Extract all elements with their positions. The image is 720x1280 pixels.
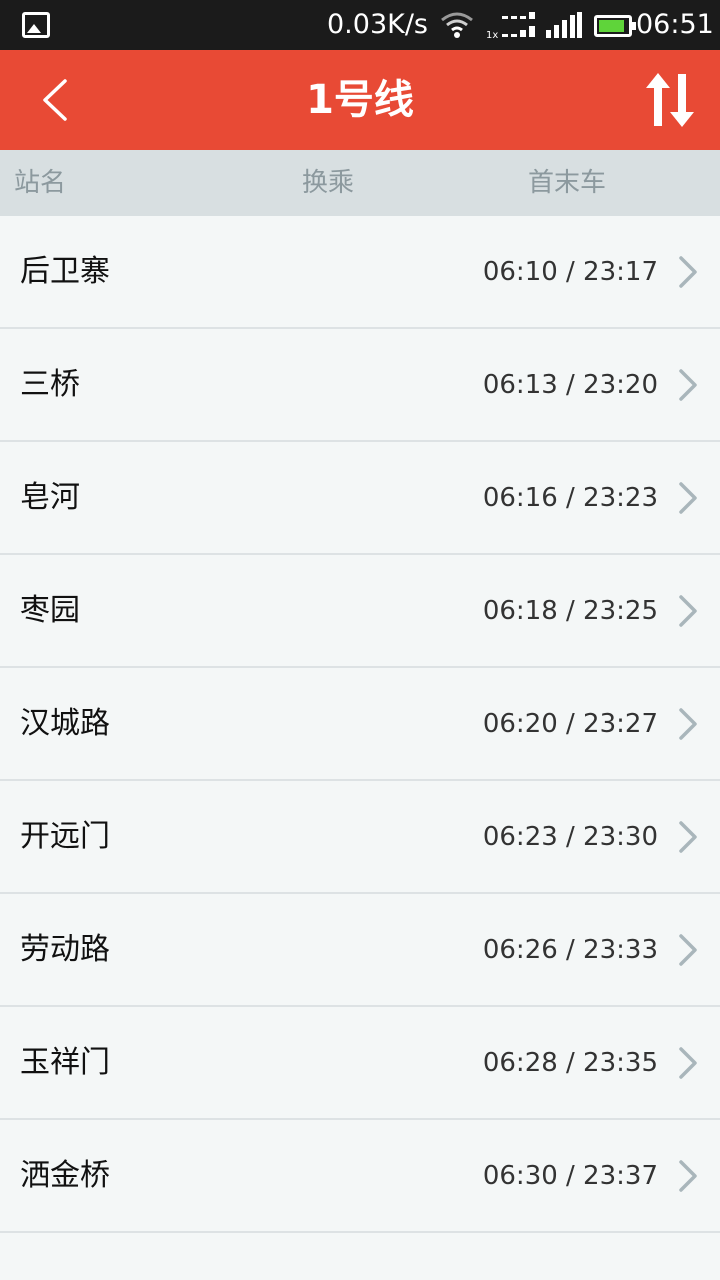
swap-vertical-icon — [646, 73, 694, 127]
first-last-train-times: 06:23 / 23:30 — [482, 822, 658, 852]
column-header: 站名 换乘 首末车 — [0, 150, 720, 216]
chevron-right-icon — [679, 595, 697, 627]
chevron-left-icon — [43, 79, 67, 121]
station-name: 玉祥门 — [20, 1045, 110, 1080]
status-bar: 0.03K/s 1x 06:51 — [0, 0, 720, 50]
column-transfer: 换乘 — [302, 168, 355, 198]
page-title: 1号线 — [306, 77, 414, 123]
station-row[interactable]: 枣园 06:18 / 23:25 — [0, 555, 720, 668]
station-name: 开远门 — [20, 819, 110, 854]
chevron-right-icon — [679, 821, 697, 853]
station-list: 后卫寨 06:10 / 23:17 三桥 06:13 / 23:20 皂河 06:16 /… — [0, 216, 720, 1280]
column-station-name: 站名 — [14, 168, 67, 198]
station-row[interactable]: 后卫寨 06:10 / 23:17 — [0, 216, 720, 329]
first-last-train-times: 06:16 / 23:23 — [482, 483, 658, 513]
station-name: 皂河 — [20, 480, 80, 515]
first-last-train-times: 06:26 / 23:33 — [482, 935, 658, 965]
wifi-icon — [441, 12, 473, 38]
station-row[interactable]: 劳动路 06:26 / 23:33 — [0, 894, 720, 1007]
chevron-right-icon — [679, 482, 697, 514]
station-name: 枣园 — [20, 593, 80, 628]
first-last-train-times: 06:20 / 23:27 — [482, 709, 658, 739]
station-name: 洒金桥 — [20, 1158, 110, 1193]
station-name: 三桥 — [20, 367, 80, 402]
chevron-right-icon — [679, 708, 697, 740]
station-name: 汉城路 — [20, 706, 110, 741]
chevron-right-icon — [679, 369, 697, 401]
network-speed: 0.03K/s — [327, 9, 428, 40]
station-row[interactable]: 玉祥门 06:28 / 23:35 — [0, 1007, 720, 1120]
station-row[interactable]: 开远门 06:23 / 23:30 — [0, 781, 720, 894]
back-button[interactable] — [26, 72, 82, 128]
station-row[interactable]: 皂河 06:16 / 23:23 — [0, 442, 720, 555]
first-last-train-times: 06:10 / 23:17 — [482, 257, 658, 287]
station-name: 后卫寨 — [20, 254, 110, 289]
chevron-right-icon — [679, 1047, 697, 1079]
title-bar: 1号线 — [0, 50, 720, 150]
station-row[interactable]: 三桥 06:13 / 23:20 — [0, 329, 720, 442]
first-last-train-times: 06:30 / 23:37 — [482, 1161, 658, 1191]
reverse-direction-button[interactable] — [640, 68, 700, 132]
station-row[interactable]: 汉城路 06:20 / 23:27 — [0, 668, 720, 781]
station-row-partial[interactable] — [0, 1233, 720, 1280]
column-first-last-train: 首末车 — [528, 168, 607, 198]
chevron-right-icon — [679, 256, 697, 288]
first-last-train-times: 06:13 / 23:20 — [482, 370, 658, 400]
first-last-train-times: 06:18 / 23:25 — [482, 596, 658, 626]
network-type-label: 1x — [486, 30, 499, 41]
mobile-network-icon: 1x — [486, 12, 538, 42]
first-last-train-times: 06:28 / 23:35 — [482, 1048, 658, 1078]
station-name: 劳动路 — [20, 932, 110, 967]
clock: 06:51 — [636, 9, 714, 40]
signal-strength-icon — [546, 12, 582, 38]
battery-icon — [594, 15, 636, 37]
image-notification-icon — [22, 12, 50, 38]
station-row[interactable]: 洒金桥 06:30 / 23:37 — [0, 1120, 720, 1233]
chevron-right-icon — [679, 934, 697, 966]
battery-level-fill — [599, 20, 624, 32]
chevron-right-icon — [679, 1160, 697, 1192]
